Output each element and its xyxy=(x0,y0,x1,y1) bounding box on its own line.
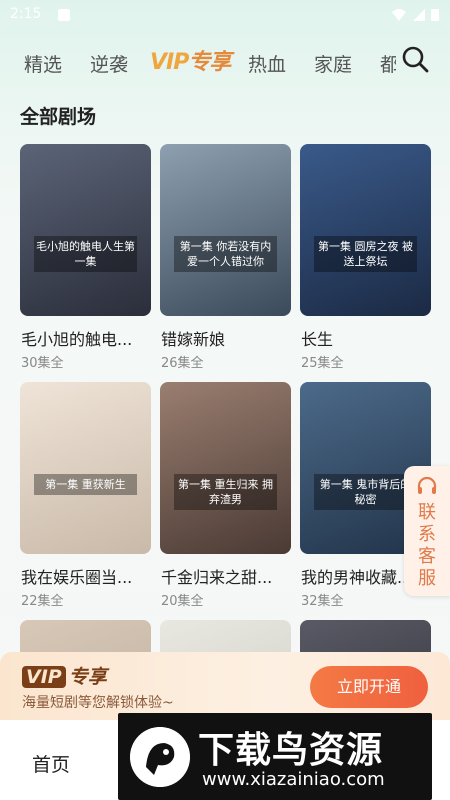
customer-service-button[interactable]: 联系客服 xyxy=(404,466,450,596)
watermark-title: 下载鸟资源 xyxy=(198,730,384,771)
episode-count: 22集全 xyxy=(21,594,64,609)
drama-card[interactable]: 第一集 圆房之夜 被送上祭坛长生 25集全 xyxy=(300,144,431,371)
drama-title: 长生 xyxy=(301,330,334,349)
section-title: 全部剧场 xyxy=(20,106,97,128)
vip-logo-text: 专享 xyxy=(68,666,107,688)
drama-poster: 第一集 圆房之夜 被送上祭坛 xyxy=(300,144,431,316)
headset-icon xyxy=(417,476,437,494)
tab-vip[interactable]: VIP专享 xyxy=(150,44,231,76)
episode-count: 32集全 xyxy=(301,594,344,609)
tab-4[interactable]: 家庭 xyxy=(314,50,352,77)
vip-logo: VIP 专享 xyxy=(22,662,107,689)
tab-5[interactable]: 都 xyxy=(380,50,396,77)
poster-caption: 毛小旭的触电人生第一集 xyxy=(34,236,137,272)
nav-home[interactable]: 首页 xyxy=(32,750,70,777)
vip-subtitle: 海量短剧等您解锁体验~ xyxy=(22,695,174,711)
drama-title: 千金归来之甜... xyxy=(161,568,273,587)
episode-count: 30集全 xyxy=(21,356,64,371)
drama-title: 毛小旭的触电... xyxy=(21,330,133,349)
tab-0[interactable]: 精选 xyxy=(24,50,62,77)
drama-card[interactable]: 第一集 你若没有内爱一个人错过你错嫁新娘 26集全 xyxy=(160,144,291,371)
wifi-icon xyxy=(392,9,406,21)
watermark-url: www.xiazainiao.com xyxy=(202,769,385,790)
battery-icon xyxy=(431,9,439,21)
vip-logo-mark: VIP xyxy=(22,666,66,688)
tab-1[interactable]: 逆袭 xyxy=(90,50,128,77)
signal-icon xyxy=(413,9,425,21)
tab-vip-label: 专享 xyxy=(188,50,231,75)
poster-caption: 第一集 重获新生 xyxy=(34,474,137,495)
episode-count: 25集全 xyxy=(301,356,344,371)
vip-open-button[interactable]: 立即开通 xyxy=(310,666,428,708)
episode-count: 20集全 xyxy=(161,594,204,609)
drama-title: 错嫁新娘 xyxy=(161,330,226,349)
poster-caption: 第一集 重生归来 拥弃渣男 xyxy=(174,474,277,510)
drama-card[interactable]: 毛小旭的触电人生第一集毛小旭的触电... 30集全 xyxy=(20,144,151,371)
poster-caption: 第一集 鬼市背后的秘密 xyxy=(314,474,417,510)
drama-card[interactable]: 第一集 重生归来 拥弃渣男千金归来之甜... 20集全 xyxy=(160,382,291,609)
status-time: 2:15 xyxy=(10,6,42,22)
category-tabs: 精选 逆袭 VIP专享 热血 家庭 都 xyxy=(0,42,450,82)
search-icon[interactable] xyxy=(400,44,430,74)
tab-3[interactable]: 热血 xyxy=(248,50,286,77)
drama-poster: 第一集 重生归来 拥弃渣男 xyxy=(160,382,291,554)
status-bar: 2:15 xyxy=(0,0,450,30)
drama-card[interactable]: 第一集 重获新生我在娱乐圈当... 22集全 xyxy=(20,382,151,609)
poster-caption: 第一集 圆房之夜 被送上祭坛 xyxy=(314,236,417,272)
customer-service-label: 联系客服 xyxy=(418,502,436,589)
episode-count: 26集全 xyxy=(161,356,204,371)
poster-caption: 第一集 你若没有内爱一个人错过你 xyxy=(174,236,277,272)
drama-poster: 第一集 你若没有内爱一个人错过你 xyxy=(160,144,291,316)
bird-logo-icon xyxy=(130,727,190,787)
drama-title: 我在娱乐圈当... xyxy=(21,568,133,587)
drama-poster: 第一集 重获新生 xyxy=(20,382,151,554)
drama-poster: 毛小旭的触电人生第一集 xyxy=(20,144,151,316)
tab-vip-mark: VIP xyxy=(150,50,189,75)
notification-icon xyxy=(58,9,70,21)
watermark: 下载鸟资源 www.xiazainiao.com xyxy=(118,713,432,800)
vip-banner: VIP 专享 海量短剧等您解锁体验~ 立即开通 xyxy=(0,652,450,720)
